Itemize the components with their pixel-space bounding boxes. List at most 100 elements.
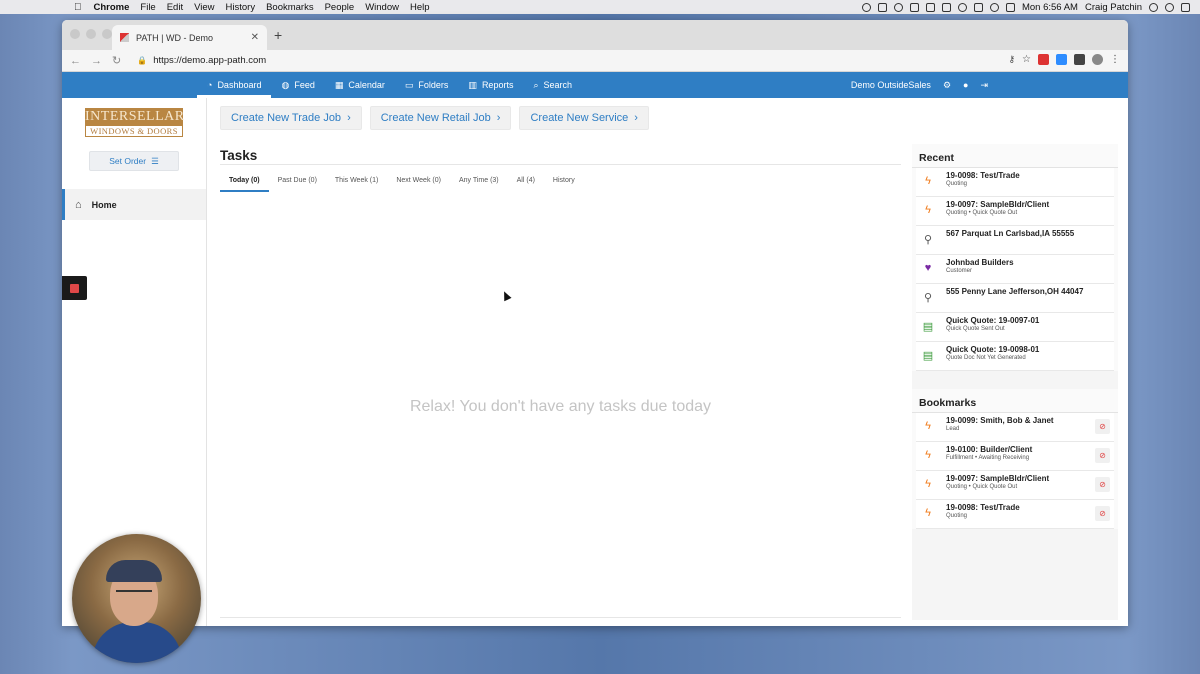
pin-icon: ⚲ bbox=[923, 233, 933, 246]
gear-icon[interactable]: ⚙ bbox=[943, 80, 951, 91]
document-icon: ▤ bbox=[922, 320, 934, 333]
account-name[interactable]: Demo OutsideSales bbox=[851, 80, 931, 90]
recent-item-title: 19-0097: SampleBldr/Client bbox=[946, 200, 1050, 209]
profile-avatar-icon[interactable] bbox=[1092, 54, 1103, 65]
chevron-right-icon: › bbox=[347, 112, 351, 124]
tab-history[interactable]: History bbox=[544, 177, 584, 192]
create-retail-job-button[interactable]: Create New Retail Job › bbox=[369, 106, 512, 130]
bookmark-item[interactable]: ϟ 19-0098: Test/Trade Quoting ⊘ bbox=[916, 500, 1114, 529]
extension-pocket-icon[interactable] bbox=[1074, 54, 1085, 65]
recent-item[interactable]: ▤ Quick Quote: 19-0098-01 Quote Doc Not … bbox=[916, 342, 1114, 371]
spotlight-search-icon[interactable] bbox=[1149, 2, 1158, 12]
browser-tab[interactable]: PATH | WD - Demo ✕ bbox=[112, 25, 267, 50]
dropbox-icon[interactable] bbox=[877, 2, 887, 12]
menu-people[interactable]: People bbox=[325, 2, 355, 13]
recent-item[interactable]: ♥ Johnbad Builders Customer bbox=[916, 255, 1114, 284]
bolt-icon: ϟ bbox=[925, 478, 931, 490]
document-icon: ▤ bbox=[922, 349, 934, 362]
more-menu-icon[interactable]: ⋮ bbox=[1110, 54, 1120, 65]
minimize-window-button[interactable] bbox=[86, 29, 96, 39]
new-tab-button[interactable]: + bbox=[274, 27, 282, 43]
url-field[interactable]: https://demo.app-path.com bbox=[153, 55, 266, 66]
nav-search[interactable]: ⌕ Search bbox=[523, 72, 582, 98]
battery-icon[interactable] bbox=[1005, 2, 1015, 12]
chat-icon[interactable]: ● bbox=[963, 80, 968, 90]
menu-view[interactable]: View bbox=[194, 2, 214, 13]
close-tab-icon[interactable]: ✕ bbox=[251, 32, 259, 43]
dashboard-icon: ◔ bbox=[207, 80, 213, 90]
notification-center-icon[interactable] bbox=[1181, 2, 1190, 12]
create-trade-job-button[interactable]: Create New Trade Job › bbox=[220, 106, 362, 130]
siri-icon[interactable] bbox=[1165, 2, 1174, 12]
heart-icon: ♥ bbox=[924, 262, 932, 274]
create-retail-job-label: Create New Retail Job bbox=[380, 112, 491, 124]
back-icon[interactable]: ← bbox=[70, 55, 81, 67]
time-machine-icon[interactable] bbox=[957, 2, 967, 12]
chevron-right-icon: › bbox=[634, 112, 638, 124]
remove-bookmark-icon[interactable]: ⊘ bbox=[1095, 477, 1110, 492]
forward-icon[interactable]: → bbox=[91, 55, 102, 67]
recent-heading: Recent bbox=[912, 144, 1118, 168]
nav-dashboard[interactable]: ◔ Dashboard bbox=[197, 72, 272, 98]
reload-icon[interactable]: ↻ bbox=[112, 54, 121, 67]
record-stop-button[interactable] bbox=[62, 276, 87, 300]
remove-bookmark-icon[interactable]: ⊘ bbox=[1095, 419, 1110, 434]
menubar-clock[interactable]: Mon 6:56 AM bbox=[1022, 2, 1078, 13]
recent-item[interactable]: ϟ 19-0097: SampleBldr/Client Quoting • Q… bbox=[916, 197, 1114, 226]
nav-reports[interactable]: ▥ Reports bbox=[458, 72, 523, 98]
menu-help[interactable]: Help bbox=[410, 2, 430, 13]
tab-any-time[interactable]: Any Time (3) bbox=[450, 177, 508, 192]
battery-app-icon[interactable] bbox=[909, 2, 919, 12]
drive-icon[interactable] bbox=[941, 2, 951, 12]
menu-edit[interactable]: Edit bbox=[167, 2, 183, 13]
printer-icon[interactable] bbox=[925, 2, 935, 12]
menu-window[interactable]: Window bbox=[365, 2, 399, 13]
menu-bookmarks[interactable]: Bookmarks bbox=[266, 2, 314, 13]
divider bbox=[220, 617, 901, 618]
remove-bookmark-icon[interactable]: ⊘ bbox=[1095, 506, 1110, 521]
bookmark-item[interactable]: ϟ 19-0100: Builder/Client Fulfillment • … bbox=[916, 442, 1114, 471]
tab-this-week[interactable]: This Week (1) bbox=[326, 177, 387, 192]
home-icon: ⌂ bbox=[75, 198, 82, 211]
menu-history[interactable]: History bbox=[226, 2, 256, 13]
bookmark-item[interactable]: ϟ 19-0099: Smith, Bob & Janet Lead ⊘ bbox=[916, 413, 1114, 442]
menu-file[interactable]: File bbox=[140, 2, 155, 13]
nav-calendar[interactable]: ▦ Calendar bbox=[325, 72, 395, 98]
webcam-glasses bbox=[116, 590, 152, 596]
browser-extensions: ⚷ ☆ ⋮ bbox=[1008, 54, 1120, 65]
recent-item[interactable]: ϟ 19-0098: Test/Trade Quoting bbox=[916, 168, 1114, 197]
sync-icon[interactable] bbox=[893, 2, 903, 12]
sidebar-item-home[interactable]: ⌂ Home bbox=[62, 189, 206, 220]
set-order-button[interactable]: Set Order ☰ bbox=[89, 151, 179, 171]
star-icon[interactable]: ☆ bbox=[1022, 54, 1031, 65]
bookmarks-panel: Bookmarks ϟ 19-0099: Smith, Bob & Janet … bbox=[912, 389, 1118, 529]
tab-all[interactable]: All (4) bbox=[508, 177, 544, 192]
tab-past-due[interactable]: Past Due (0) bbox=[269, 177, 326, 192]
extension-red-icon[interactable] bbox=[1038, 54, 1049, 65]
sign-out-icon[interactable]: ⇥ bbox=[980, 80, 988, 91]
zoom-window-button[interactable] bbox=[102, 29, 112, 39]
tab-today[interactable]: Today (0) bbox=[220, 177, 269, 192]
bluetooth-icon[interactable] bbox=[973, 2, 983, 12]
create-service-button[interactable]: Create New Service › bbox=[519, 106, 649, 130]
nav-folders[interactable]: ▭ Folders bbox=[395, 72, 459, 98]
close-window-button[interactable] bbox=[70, 29, 80, 39]
bookmark-item[interactable]: ϟ 19-0097: SampleBldr/Client Quoting • Q… bbox=[916, 471, 1114, 500]
recent-item[interactable]: ⚲ 555 Penny Lane Jefferson,OH 44047 bbox=[916, 284, 1114, 313]
nav-feed[interactable]: ◍ Feed bbox=[271, 72, 324, 98]
lock-icon[interactable]: 🔒 bbox=[137, 56, 147, 65]
address-bar: ← → ↻ 🔒 https://demo.app-path.com ⚷ ☆ ⋮ bbox=[62, 50, 1128, 72]
tab-next-week[interactable]: Next Week (0) bbox=[387, 177, 450, 192]
extension-zoom-icon[interactable] bbox=[1056, 54, 1067, 65]
menu-app-name[interactable]: Chrome bbox=[94, 2, 130, 13]
key-icon[interactable]: ⚷ bbox=[1008, 54, 1015, 65]
webcam-overlay bbox=[72, 534, 201, 663]
company-logo[interactable]: INTERSELLAR WINDOWS & DOORS bbox=[85, 108, 184, 137]
apple-icon[interactable]:  bbox=[74, 2, 82, 13]
recent-item[interactable]: ⚲ 567 Parquat Ln Carlsbad,IA 55555 bbox=[916, 226, 1114, 255]
menubar-user[interactable]: Craig Patchin bbox=[1085, 2, 1142, 13]
status-check-icon[interactable] bbox=[861, 2, 871, 12]
remove-bookmark-icon[interactable]: ⊘ bbox=[1095, 448, 1110, 463]
recent-item[interactable]: ▤ Quick Quote: 19-0097-01 Quick Quote Se… bbox=[916, 313, 1114, 342]
wifi-icon[interactable] bbox=[989, 2, 999, 12]
